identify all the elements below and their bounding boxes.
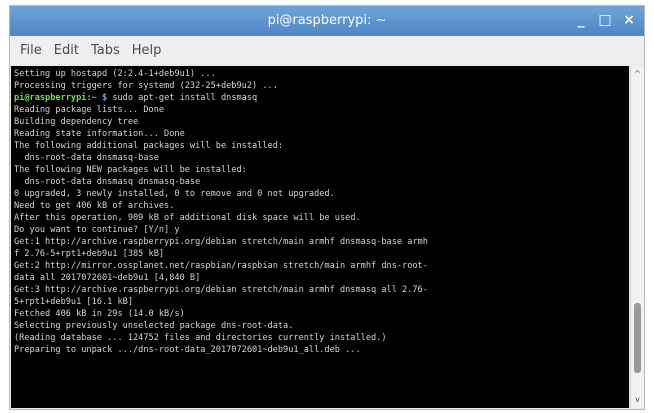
terminal-prompt-line: pi@raspberrypi:~ $ sudo apt-get install … xyxy=(14,92,626,104)
prompt-path: ~ $ xyxy=(91,93,108,103)
maximize-icon[interactable]: □ xyxy=(598,12,612,28)
terminal-line-text: Building dependency tree xyxy=(14,117,139,127)
terminal-line: (Reading database ... 124752 files and d… xyxy=(14,332,626,344)
terminal-line: Need to get 406 kB of archives. xyxy=(14,200,626,212)
terminal-line-text: Get:3 http://archive.raspberrypi.org/deb… xyxy=(14,285,428,295)
terminal-line-text: After this operation, 909 kB of addition… xyxy=(14,213,361,223)
terminal-line-text: Need to get 406 kB of archives. xyxy=(14,201,175,211)
terminal-line: 5+rpt1+deb9u1 [16.1 kB] xyxy=(14,296,626,308)
terminal-line: Preparing to unpack .../dns-root-data_20… xyxy=(14,344,626,356)
terminal-line: The following NEW packages will be insta… xyxy=(14,164,626,176)
menu-tabs[interactable]: Tabs xyxy=(91,43,120,58)
terminal-line: 0 upgraded, 3 newly installed, 0 to remo… xyxy=(14,188,626,200)
terminal-line: dns-root-data dnsmasq-base xyxy=(14,152,626,164)
terminal-line: Do you want to continue? [Y/n] y xyxy=(14,224,626,236)
terminal-line: Building dependency tree xyxy=(14,116,626,128)
terminal-line-text: dns-root-data dnsmasq dnsmasq-base xyxy=(14,177,201,187)
title-bar[interactable]: pi@raspberrypi: ~ _ □ × xyxy=(10,6,644,36)
prompt-user-host: pi@raspberrypi xyxy=(14,93,87,103)
menu-file[interactable]: File xyxy=(20,43,42,58)
terminal-window: pi@raspberrypi: ~ _ □ × File Edit Tabs H… xyxy=(9,5,645,410)
terminal-line-text: Fetched 406 kB in 29s (14.0 kB/s) xyxy=(14,309,185,319)
terminal-line-text: The following NEW packages will be insta… xyxy=(14,165,247,175)
vertical-scrollbar[interactable]: ^ v xyxy=(630,66,644,408)
terminal-line-text: Reading package lists... Done xyxy=(14,105,165,115)
minimize-icon[interactable]: _ xyxy=(574,12,588,28)
terminal-line-text: Do you want to continue? [Y/n] y xyxy=(14,225,180,235)
scroll-up-icon[interactable]: ^ xyxy=(632,68,643,80)
terminal-line-text: Processing triggers for systemd (232-25+… xyxy=(14,81,278,91)
terminal-line: Fetched 406 kB in 29s (14.0 kB/s) xyxy=(14,308,626,320)
terminal-line-text: 5+rpt1+deb9u1 [16.1 kB] xyxy=(14,297,133,307)
terminal-line-text: Preparing to unpack .../dns-root-data_20… xyxy=(14,345,361,355)
terminal-line-text: Get:2 http://mirror.ossplanet.net/raspbi… xyxy=(14,261,428,271)
terminal-line-text: The following additional packages will b… xyxy=(14,141,284,151)
terminal-line-text: data all 2017072601~deb9u1 [4,840 B] xyxy=(14,273,201,283)
terminal-line: Selecting previously unselected package … xyxy=(14,320,626,332)
terminal-line: Processing triggers for systemd (232-25+… xyxy=(14,80,626,92)
terminal-line-text: (Reading database ... 124752 files and d… xyxy=(14,333,387,343)
terminal-line: Setting up hostapd (2:2.4-1+deb9u1) ... xyxy=(14,68,626,80)
terminal-line-text: Reading state information... Done xyxy=(14,129,185,139)
terminal-line: The following additional packages will b… xyxy=(14,140,626,152)
terminal-line: After this operation, 909 kB of addition… xyxy=(14,212,626,224)
terminal-line-text: 0 upgraded, 3 newly installed, 0 to remo… xyxy=(14,189,335,199)
terminal-line: Get:3 http://archive.raspberrypi.org/deb… xyxy=(14,284,626,296)
terminal-line: data all 2017072601~deb9u1 [4,840 B] xyxy=(14,272,626,284)
terminal-line: Get:2 http://mirror.ossplanet.net/raspbi… xyxy=(14,260,626,272)
scroll-down-icon[interactable]: v xyxy=(632,394,643,406)
window-controls: _ □ × xyxy=(574,12,636,28)
terminal-line: dns-root-data dnsmasq dnsmasq-base xyxy=(14,176,626,188)
terminal-line: Reading package lists... Done xyxy=(14,104,626,116)
menu-edit[interactable]: Edit xyxy=(54,43,79,58)
terminal-line-text: Selecting previously unselected package … xyxy=(14,321,294,331)
scroll-thumb[interactable] xyxy=(634,302,641,373)
terminal-output[interactable]: Setting up hostapd (2:2.4-1+deb9u1) ... P… xyxy=(11,66,629,408)
terminal-line: f 2.76-5+rpt1+deb9u1 [385 kB] xyxy=(14,248,626,260)
menu-bar: File Edit Tabs Help xyxy=(10,36,644,64)
menu-help[interactable]: Help xyxy=(132,43,162,58)
terminal-line-text: sudo apt-get install dnsmasq xyxy=(107,93,258,103)
close-icon[interactable]: × xyxy=(622,12,636,28)
terminal-line-text: f 2.76-5+rpt1+deb9u1 [385 kB] xyxy=(14,249,165,259)
terminal-line-text: Setting up hostapd (2:2.4-1+deb9u1) ... xyxy=(14,69,216,79)
terminal-line-text: Get:1 http://archive.raspberrypi.org/deb… xyxy=(14,237,428,247)
window-title: pi@raspberrypi: ~ xyxy=(267,13,387,28)
terminal-line: Get:1 http://archive.raspberrypi.org/deb… xyxy=(14,236,626,248)
terminal-line-text: dns-root-data dnsmasq-base xyxy=(14,153,159,163)
terminal-line: Reading state information... Done xyxy=(14,128,626,140)
